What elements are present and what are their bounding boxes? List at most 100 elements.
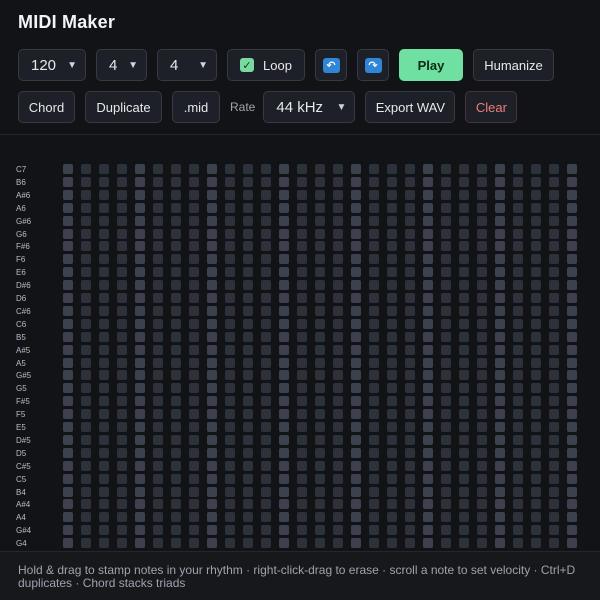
note-cell[interactable]	[423, 383, 433, 394]
note-cell[interactable]	[207, 331, 217, 342]
note-cell[interactable]	[423, 370, 433, 381]
note-cell[interactable]	[135, 473, 145, 484]
note-cell[interactable]	[369, 512, 379, 523]
note-cell[interactable]	[243, 176, 253, 187]
note-cell[interactable]	[477, 422, 487, 432]
note-cell[interactable]	[63, 267, 73, 278]
note-cell[interactable]	[81, 228, 91, 239]
note-cell[interactable]	[279, 254, 289, 265]
note-cell[interactable]	[261, 473, 271, 484]
note-cell[interactable]	[513, 305, 523, 316]
note-cell[interactable]	[531, 189, 541, 200]
note-cell[interactable]	[153, 486, 163, 497]
note-cell[interactable]	[315, 473, 325, 484]
note-cell[interactable]	[279, 331, 289, 342]
note-cell[interactable]	[549, 202, 559, 213]
note-cell[interactable]	[117, 525, 127, 536]
note-cell[interactable]	[477, 189, 487, 200]
note-cell[interactable]	[117, 370, 127, 381]
note-cell[interactable]	[477, 473, 487, 484]
note-cell[interactable]	[315, 486, 325, 497]
note-cell[interactable]	[477, 370, 487, 381]
note-cell[interactable]	[153, 293, 163, 303]
note-cell[interactable]	[315, 293, 325, 303]
note-cell[interactable]	[171, 512, 181, 523]
note-cell[interactable]	[495, 473, 505, 484]
note-cell[interactable]	[567, 305, 577, 316]
note-cell[interactable]	[441, 370, 451, 381]
note-cell[interactable]	[567, 460, 577, 471]
note-cell[interactable]	[423, 434, 433, 445]
note-cell[interactable]	[333, 486, 343, 497]
note-cell[interactable]	[207, 254, 217, 265]
note-cell[interactable]	[63, 228, 73, 239]
note-cell[interactable]	[351, 202, 361, 213]
note-cell[interactable]	[135, 228, 145, 239]
note-cell[interactable]	[99, 176, 109, 187]
note-cell[interactable]	[63, 383, 73, 394]
note-cell[interactable]	[495, 499, 505, 510]
note-cell[interactable]	[189, 357, 199, 368]
note-cell[interactable]	[387, 460, 397, 471]
note-cell[interactable]	[225, 434, 235, 445]
note-cell[interactable]	[549, 241, 559, 252]
note-cell[interactable]	[171, 228, 181, 239]
note-cell[interactable]	[81, 357, 91, 368]
note-cell[interactable]	[297, 189, 307, 200]
note-cell[interactable]	[63, 357, 73, 368]
note-cell[interactable]	[243, 486, 253, 497]
note-cell[interactable]	[261, 538, 271, 549]
note-cell[interactable]	[333, 176, 343, 187]
note-cell[interactable]	[513, 189, 523, 200]
note-cell[interactable]	[189, 344, 199, 355]
note-cell[interactable]	[63, 434, 73, 445]
note-cell[interactable]	[207, 538, 217, 549]
note-cell[interactable]	[333, 164, 343, 174]
note-cell[interactable]	[441, 215, 451, 226]
note-cell[interactable]	[351, 473, 361, 484]
note-cell[interactable]	[117, 383, 127, 394]
note-cell[interactable]	[531, 176, 541, 187]
note-cell[interactable]	[225, 280, 235, 291]
note-cell[interactable]	[297, 434, 307, 445]
note-cell[interactable]	[459, 280, 469, 291]
note-cell[interactable]	[225, 164, 235, 174]
note-cell[interactable]	[243, 280, 253, 291]
note-cell[interactable]	[369, 176, 379, 187]
note-cell[interactable]	[63, 409, 73, 420]
note-cell[interactable]	[117, 241, 127, 252]
note-cell[interactable]	[207, 318, 217, 329]
note-cell[interactable]	[369, 318, 379, 329]
note-cell[interactable]	[405, 409, 415, 420]
note-cell[interactable]	[477, 254, 487, 265]
note-cell[interactable]	[117, 293, 127, 303]
note-cell[interactable]	[117, 409, 127, 420]
note-cell[interactable]	[459, 189, 469, 200]
note-cell[interactable]	[423, 176, 433, 187]
note-cell[interactable]	[135, 409, 145, 420]
note-cell[interactable]	[261, 409, 271, 420]
note-cell[interactable]	[495, 434, 505, 445]
note-cell[interactable]	[351, 176, 361, 187]
note-cell[interactable]	[261, 176, 271, 187]
note-cell[interactable]	[171, 383, 181, 394]
note-cell[interactable]	[531, 215, 541, 226]
note-cell[interactable]	[369, 164, 379, 174]
note-cell[interactable]	[81, 383, 91, 394]
note-cell[interactable]	[63, 189, 73, 200]
note-cell[interactable]	[81, 409, 91, 420]
note-cell[interactable]	[81, 189, 91, 200]
note-cell[interactable]	[549, 538, 559, 549]
note-cell[interactable]	[531, 525, 541, 536]
note-cell[interactable]	[117, 512, 127, 523]
note-cell[interactable]	[459, 512, 469, 523]
note-cell[interactable]	[405, 164, 415, 174]
note-cell[interactable]	[333, 305, 343, 316]
note-cell[interactable]	[315, 357, 325, 368]
note-cell[interactable]	[441, 422, 451, 432]
note-cell[interactable]	[243, 241, 253, 252]
note-cell[interactable]	[207, 499, 217, 510]
note-cell[interactable]	[387, 383, 397, 394]
note-cell[interactable]	[207, 525, 217, 536]
note-cell[interactable]	[477, 331, 487, 342]
